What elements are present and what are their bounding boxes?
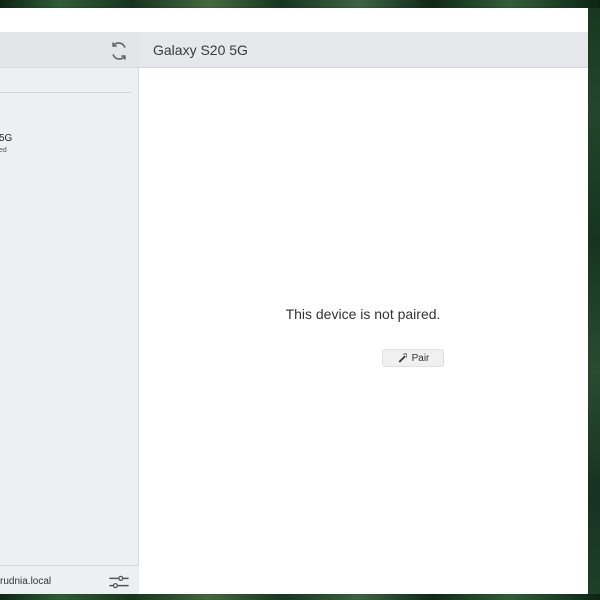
sidebar-toolbar: [0, 32, 139, 68]
app-window: 5G ed rudnia.local Galaxy S20 5G This de…: [0, 8, 588, 594]
pair-button-label: Pair: [411, 352, 430, 364]
detail-header: Galaxy S20 5G: [139, 32, 588, 68]
detail-title: Galaxy S20 5G: [153, 42, 248, 58]
refresh-icon[interactable]: [108, 40, 130, 62]
window-titlebar: [0, 8, 588, 32]
sidebar-footer: rudnia.local: [0, 565, 139, 594]
sliders-icon[interactable]: [108, 573, 130, 591]
desktop-background-top: [0, 0, 600, 8]
host-label: rudnia.local: [0, 576, 52, 587]
link-icon: [398, 353, 407, 363]
pair-button[interactable]: Pair: [382, 349, 444, 367]
device-name: 5G: [0, 133, 13, 144]
device-detail-pane: Galaxy S20 5G This device is not paired.…: [139, 32, 588, 594]
desktop-background-bottom: [0, 594, 600, 600]
sidebar-divider: [0, 92, 131, 93]
device-status: ed: [0, 147, 7, 154]
device-list-item[interactable]: 5G ed: [0, 122, 139, 162]
not-paired-message: This device is not paired.: [285, 306, 441, 322]
